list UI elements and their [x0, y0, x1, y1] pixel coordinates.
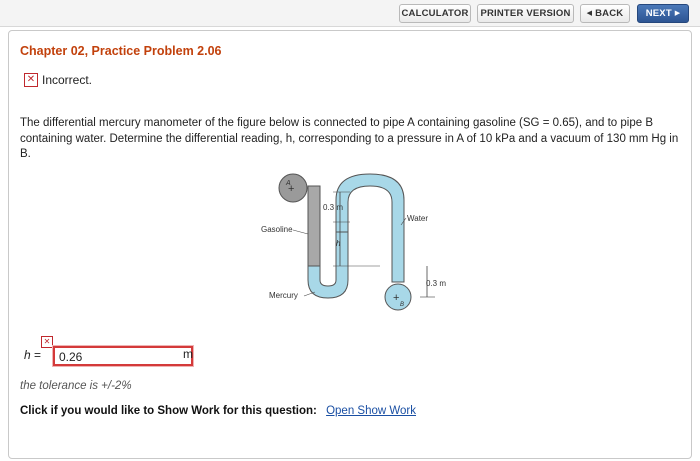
answer-unit: m	[183, 347, 193, 361]
pipe-b-plus: +	[393, 292, 399, 304]
top-toolbar: CALCULATOR PRINTER VERSION ◀ BACK NEXT ▶	[0, 0, 700, 27]
answer-error-icon: ✕	[41, 336, 53, 348]
printer-version-button[interactable]: PRINTER VERSION	[477, 4, 574, 23]
open-show-work-link[interactable]: Open Show Work	[326, 405, 416, 417]
water-label: Water	[407, 214, 428, 223]
show-work-prompt: Click if you would like to Show Work for…	[20, 405, 317, 417]
next-label: NEXT	[645, 8, 672, 19]
back-button[interactable]: ◀ BACK	[580, 4, 630, 23]
gasoline-column	[307, 185, 321, 267]
chevron-left-icon: ◀	[586, 10, 593, 17]
manometer-figure: + A + B 0.3 m h 0.3 m Gasoline Water Mer…	[261, 173, 446, 311]
answer-variable: h	[24, 348, 31, 362]
tolerance-text: the tolerance is +/-2%	[20, 380, 132, 392]
answer-equals: =	[34, 348, 42, 362]
incorrect-icon: ✕	[24, 73, 38, 87]
problem-title: Chapter 02, Practice Problem 2.06	[20, 44, 222, 58]
dim-top-label: 0.3 m	[323, 203, 343, 212]
back-label: BACK	[595, 8, 624, 19]
calculator-button[interactable]: CALCULATOR	[399, 4, 471, 23]
answer-field[interactable]	[52, 345, 194, 367]
gasoline-leader	[292, 229, 309, 235]
dim-right-label: 0.3 m	[426, 279, 446, 288]
status-message: ✕ Incorrect.	[24, 73, 92, 87]
pipe-b-label: B	[400, 302, 404, 308]
pipe-a-label: A	[285, 180, 291, 187]
chevron-right-icon: ▶	[674, 10, 681, 17]
show-work-row: Click if you would like to Show Work for…	[20, 405, 416, 417]
status-text: Incorrect.	[42, 73, 93, 87]
mercury-label: Mercury	[269, 291, 298, 300]
next-button[interactable]: NEXT ▶	[637, 4, 689, 23]
answer-variable-label: h =	[24, 348, 41, 362]
answer-row: h = ✕ m	[20, 336, 420, 370]
gasoline-label: Gasoline	[261, 225, 293, 234]
answer-input[interactable]	[55, 349, 191, 365]
question-text: The differential mercury manometer of th…	[20, 117, 679, 160]
dim-h-label: h	[336, 239, 341, 248]
